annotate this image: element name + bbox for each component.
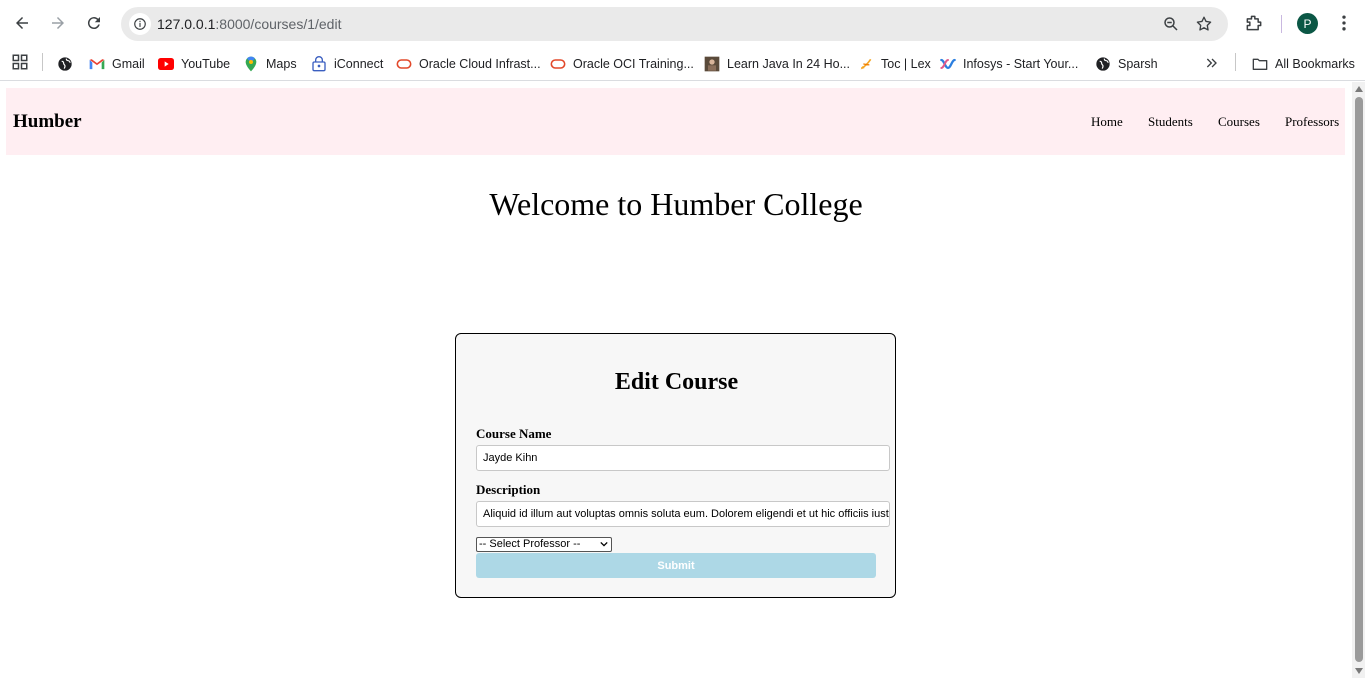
reload-icon [87,17,100,30]
welcome-heading: Welcome to Humber College [489,186,863,222]
bookmarks-divider [1235,53,1236,71]
forward-arrow-icon [52,17,64,29]
globe-icon [1095,56,1111,72]
bookmark-star-icon[interactable] [1195,15,1213,33]
oracle-icon [550,56,566,72]
nav-link-courses[interactable]: Courses [1218,114,1260,130]
apps-grid-icon[interactable] [11,53,29,71]
forward-button[interactable] [45,10,71,36]
description-input[interactable]: Aliquid id illum aut voluptas omnis solu… [476,501,890,527]
extensions-icon[interactable] [1244,13,1264,33]
scroll-down-icon[interactable] [1355,668,1363,674]
bookmark-iconnect[interactable]: iConnect [311,53,383,75]
bookmark-label: Gmail [112,57,145,71]
course-name-label: Course Name [476,426,552,441]
bookmark-toc-lex[interactable]: Toc | Lex [858,53,931,75]
bookmark-label: Oracle Cloud Infrast... [419,57,541,71]
chevron-down-icon [600,541,608,547]
youtube-icon [158,56,174,72]
browser-toolbar: 127.0.0.1:8000/courses/1/edit P [0,0,1365,47]
bookmark-label: Toc | Lex [881,57,931,71]
browser-menu-icon[interactable] [1334,13,1354,33]
bookmark-gmail[interactable]: Gmail [89,53,145,75]
nav-link-students[interactable]: Students [1148,114,1193,130]
bookmark-maps[interactable]: Maps [243,53,297,75]
gmail-icon [89,56,105,72]
page-scrollbar[interactable] [1352,82,1365,678]
bookmark-label: Infosys - Start Your... [963,57,1079,71]
zoom-icon[interactable] [1162,15,1180,33]
professor-select[interactable]: -- Select Professor -- [476,537,612,552]
folder-icon [1252,56,1268,72]
bookmark-label: iConnect [334,57,384,71]
oracle-icon [396,56,412,72]
bookmarks-bar: Gmail YouTube Maps iConnect Oracle Cloud… [0,47,1365,81]
bookmark-label: YouTube [181,57,231,71]
globe-icon [57,56,73,72]
url-text[interactable]: 127.0.0.1:8000/courses/1/edit [157,16,341,32]
infosys-icon [940,56,956,72]
back-button[interactable] [9,10,35,36]
description-label: Description [476,482,541,497]
maps-icon [243,56,259,72]
url-path: :8000/courses/1/edit [215,16,342,32]
bookmark-label: Oracle OCI Training... [573,57,694,71]
scroll-thumb[interactable] [1355,97,1363,662]
url-host: 127.0.0.1 [157,16,216,32]
site-navbar: Humber Home Students Courses Professors [6,88,1345,155]
edit-course-form: Edit Course Course Name Jayde Kihn Descr… [455,333,896,598]
bookmark-infosys[interactable]: Infosys - Start Your... [940,53,1078,75]
iconnect-icon [311,56,327,72]
lex-icon [858,56,874,72]
toolbar-divider [1281,15,1282,33]
java-book-icon [704,56,720,72]
address-bar[interactable]: 127.0.0.1:8000/courses/1/edit [121,7,1228,41]
form-title: Edit Course [614,369,739,395]
bookmarks-divider [42,53,43,71]
bookmark-sparsh[interactable]: Sparsh [1095,53,1158,75]
more-bookmarks-icon[interactable] [1204,55,1220,71]
all-bookmarks[interactable]: All Bookmarks [1252,53,1355,75]
bookmark-label: Maps [266,57,297,71]
scroll-up-icon[interactable] [1355,86,1363,92]
bookmark-globe[interactable] [57,53,80,75]
bookmark-oracle-oci[interactable]: Oracle OCI Training... [550,53,694,75]
back-arrow-icon [16,17,28,29]
page-viewport: Humber Home Students Courses Professors … [0,82,1352,678]
bookmark-label: Learn Java In 24 Ho... [727,57,850,71]
bookmark-oracle-cloud[interactable]: Oracle Cloud Infrast... [396,53,541,75]
professor-select-value: -- Select Professor -- [479,538,581,550]
site-info-icon[interactable] [129,13,151,35]
site-brand[interactable]: Humber [13,111,82,133]
bookmark-youtube[interactable]: YouTube [158,53,230,75]
submit-button[interactable]: Submit [476,553,876,578]
reload-button[interactable] [81,10,107,36]
nav-link-home[interactable]: Home [1091,114,1123,130]
bookmark-label: Sparsh [1118,57,1158,71]
bookmark-learn-java[interactable]: Learn Java In 24 Ho... [704,53,850,75]
profile-avatar[interactable]: P [1297,13,1318,34]
nav-link-professors[interactable]: Professors [1285,114,1339,130]
course-name-input[interactable]: Jayde Kihn [476,445,890,471]
all-bookmarks-label: All Bookmarks [1275,57,1355,71]
